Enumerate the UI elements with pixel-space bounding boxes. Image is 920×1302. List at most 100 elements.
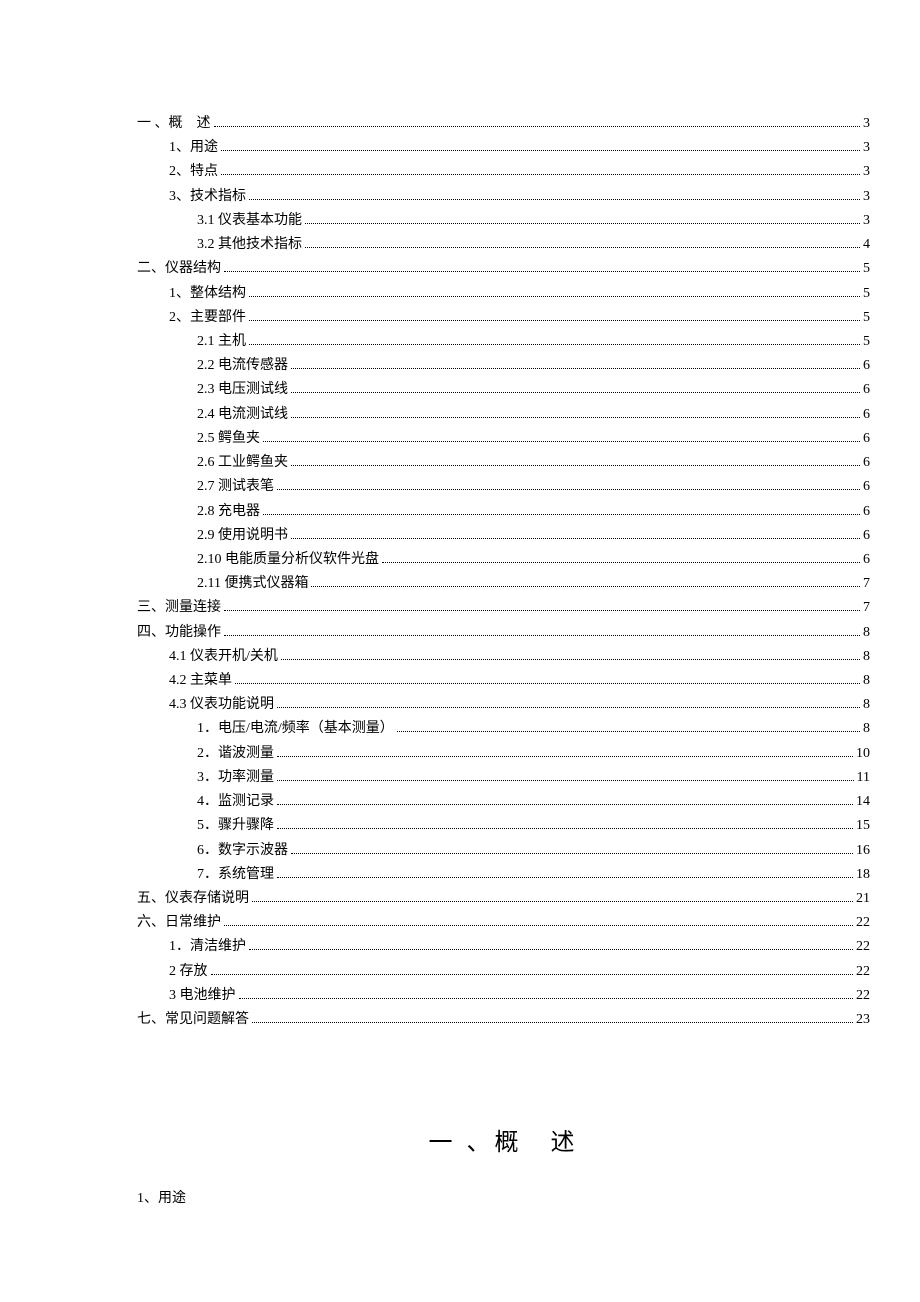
toc-leader <box>291 526 860 539</box>
toc-entry-title: 二、仪器结构 <box>137 257 221 281</box>
toc-entry: 4.2 主菜单8 <box>137 669 870 693</box>
toc-entry-page: 8 <box>863 669 870 693</box>
toc-leader <box>382 550 860 563</box>
toc-entry: 7．系统管理18 <box>137 863 870 887</box>
toc-leader <box>263 429 860 442</box>
toc-leader <box>211 962 854 975</box>
toc-entry-title: 2.8 充电器 <box>197 500 260 524</box>
toc-leader <box>277 695 860 708</box>
toc-entry: 2.11 便携式仪器箱7 <box>137 572 870 596</box>
toc-leader <box>277 477 860 490</box>
toc-entry: 4.3 仪表功能说明8 <box>137 693 870 717</box>
document-page: 一 、概 述31、用途32、特点33、技术指标33.1 仪表基本功能33.2 其… <box>0 0 920 1257</box>
toc-entry-title: 4．监测记录 <box>197 790 274 814</box>
toc-entry: 4．监测记录14 <box>137 790 870 814</box>
toc-entry-page: 8 <box>863 717 870 741</box>
toc-entry: 3.2 其他技术指标 4 <box>137 233 870 257</box>
toc-leader <box>277 816 853 829</box>
toc-entry: 4.1 仪表开机/关机 8 <box>137 645 870 669</box>
toc-entry: 2、特点 3 <box>137 160 870 184</box>
toc-entry: 2.7 测试表笔6 <box>137 475 870 499</box>
toc-entry-title: 2、特点 <box>169 160 218 184</box>
toc-entry-title: 1、用途 <box>169 136 218 160</box>
toc-entry: 2．谐波测量10 <box>137 742 870 766</box>
toc-leader <box>397 720 860 733</box>
toc-entry: 2.4 电流测试线6 <box>137 403 870 427</box>
toc-entry-page: 3 <box>863 112 870 136</box>
table-of-contents: 一 、概 述31、用途32、特点33、技术指标33.1 仪表基本功能33.2 其… <box>137 112 870 1032</box>
toc-entry-title: 2.7 测试表笔 <box>197 475 274 499</box>
toc-entry-page: 15 <box>856 814 870 838</box>
toc-leader <box>281 647 860 660</box>
toc-leader <box>291 381 860 394</box>
toc-entry-title: 三、测量连接 <box>137 596 221 620</box>
toc-entry: 1、整体结构 5 <box>137 282 870 306</box>
toc-entry: 五、仪表存储说明 21 <box>137 887 870 911</box>
toc-entry-title: 1．电压/电流/频率（基本测量） <box>197 717 394 741</box>
toc-entry: 3.1 仪表基本功能3 <box>137 209 870 233</box>
toc-leader <box>249 308 860 321</box>
toc-entry: 1、用途 3 <box>137 136 870 160</box>
toc-leader <box>291 841 853 854</box>
toc-entry-title: 2.2 电流传感器 <box>197 354 288 378</box>
toc-entry: 二、仪器结构 5 <box>137 257 870 281</box>
toc-leader <box>249 938 853 951</box>
toc-entry-title: 3 电池维护 <box>169 984 236 1008</box>
toc-entry-title: 2.3 电压测试线 <box>197 378 288 402</box>
toc-entry: 2.5 鳄鱼夹6 <box>137 427 870 451</box>
toc-leader <box>305 211 860 224</box>
toc-entry: 3 电池维护22 <box>137 984 870 1008</box>
toc-leader <box>249 187 860 200</box>
toc-leader <box>235 671 860 684</box>
toc-leader <box>214 114 861 127</box>
toc-entry: 2.9 使用说明书6 <box>137 524 870 548</box>
toc-entry-title: 3、技术指标 <box>169 185 246 209</box>
toc-entry-page: 6 <box>863 524 870 548</box>
toc-entry-page: 23 <box>856 1008 870 1032</box>
toc-entry-title: 五、仪表存储说明 <box>137 887 249 911</box>
toc-entry-page: 3 <box>863 160 870 184</box>
toc-entry-page: 22 <box>856 935 870 959</box>
toc-entry-title: 1．清洁维护 <box>169 935 246 959</box>
toc-entry-title: 2 存放 <box>169 960 208 984</box>
toc-entry: 2.2 电流传感器 6 <box>137 354 870 378</box>
toc-entry-title: 1、整体结构 <box>169 282 246 306</box>
toc-entry-page: 21 <box>856 887 870 911</box>
toc-entry-page: 4 <box>863 233 870 257</box>
toc-leader <box>263 502 860 515</box>
toc-entry-title: 2.10 电能质量分析仪软件光盘 <box>197 548 379 572</box>
toc-entry-page: 6 <box>863 548 870 572</box>
toc-entry-page: 3 <box>863 136 870 160</box>
toc-entry-page: 6 <box>863 378 870 402</box>
toc-leader <box>291 405 860 418</box>
toc-leader <box>224 259 860 272</box>
toc-entry: 一 、概 述 3 <box>137 112 870 136</box>
toc-entry: 2.3 电压测试线 6 <box>137 378 870 402</box>
toc-entry-title: 4.1 仪表开机/关机 <box>169 645 278 669</box>
toc-entry-page: 6 <box>863 354 870 378</box>
toc-entry: 6．数字示波器16 <box>137 839 870 863</box>
toc-entry: 5．骤升骤降15 <box>137 814 870 838</box>
toc-entry: 三、测量连接 7 <box>137 596 870 620</box>
toc-entry-title: 3.1 仪表基本功能 <box>197 209 302 233</box>
toc-entry-page: 7 <box>863 596 870 620</box>
toc-entry: 七、常见问题解答 23 <box>137 1008 870 1032</box>
toc-entry-page: 5 <box>863 282 870 306</box>
toc-entry-title: 2.6 工业鳄鱼夹 <box>197 451 288 475</box>
toc-entry-title: 3.2 其他技术指标 <box>197 233 302 257</box>
toc-entry: 2 存放22 <box>137 960 870 984</box>
toc-entry-page: 10 <box>856 742 870 766</box>
toc-entry-page: 22 <box>856 911 870 935</box>
toc-entry-title: 七、常见问题解答 <box>137 1008 249 1032</box>
toc-entry-page: 8 <box>863 645 870 669</box>
toc-entry: 2.10 电能质量分析仪软件光盘 6 <box>137 548 870 572</box>
toc-entry-title: 7．系统管理 <box>197 863 274 887</box>
toc-entry-page: 5 <box>863 257 870 281</box>
toc-leader <box>239 986 854 999</box>
toc-entry-title: 2.1 主机 <box>197 330 246 354</box>
toc-leader <box>305 235 860 248</box>
toc-entry-title: 2.4 电流测试线 <box>197 403 288 427</box>
toc-entry-page: 6 <box>863 427 870 451</box>
toc-entry-title: 2.11 便携式仪器箱 <box>197 572 308 596</box>
toc-entry-title: 一 、概 述 <box>137 112 211 136</box>
